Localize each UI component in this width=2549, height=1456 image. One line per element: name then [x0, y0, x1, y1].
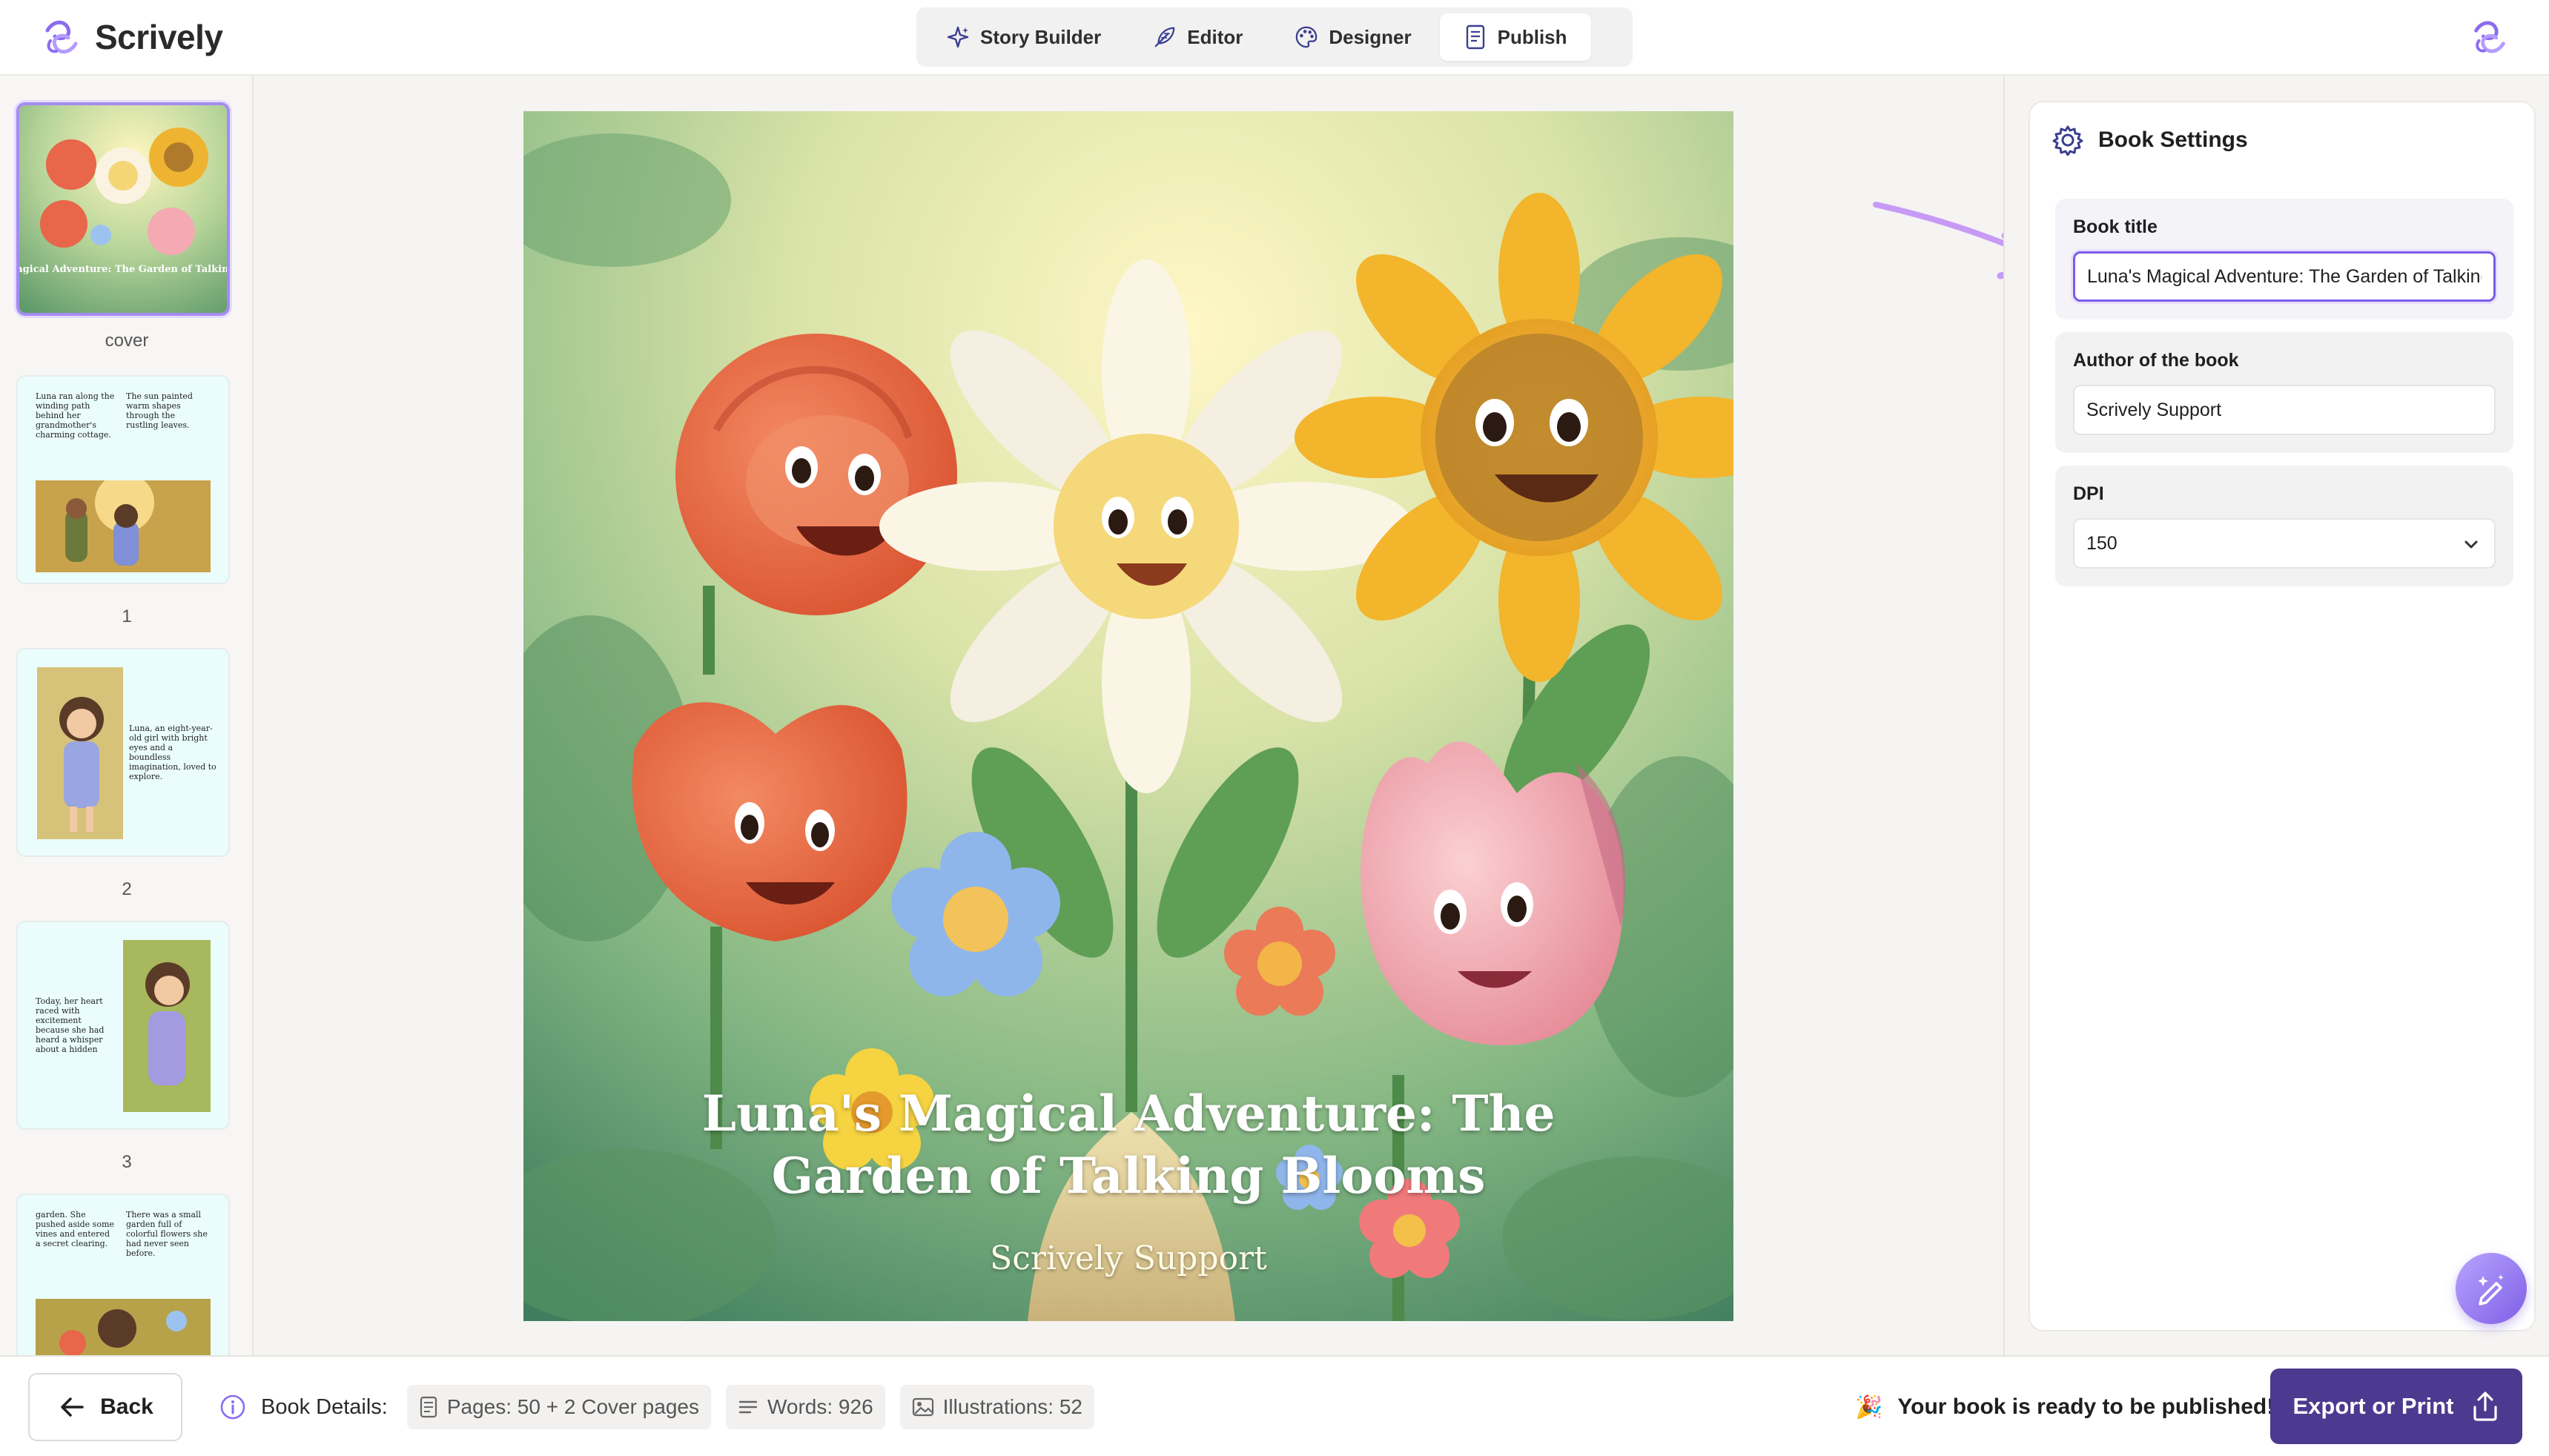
- dpi-label: DPI: [2073, 483, 2104, 504]
- page-text: Luna, an eight-year-old girl with bright…: [129, 724, 216, 781]
- pages-count-chip: Pages: 50 + 2 Cover pages: [406, 1385, 711, 1429]
- author-input[interactable]: [2073, 385, 2496, 435]
- share-upload-icon: [2473, 1392, 2497, 1421]
- settings-header: Book Settings: [2052, 125, 2248, 156]
- image-icon: [912, 1397, 933, 1417]
- cover-author[interactable]: Scrively Support: [523, 1240, 1733, 1277]
- page-illustration: [123, 940, 211, 1112]
- party-popper-icon: 🎉: [1855, 1394, 1883, 1420]
- scrively-logo-icon: [45, 20, 78, 54]
- dpi-select[interactable]: 150: [2073, 518, 2496, 569]
- book-settings-card: Book Settings Book title Author of the b…: [2029, 101, 2536, 1331]
- cover-thumbnail-illustration: Luna's Magical Adventure: The Garden of …: [19, 105, 227, 313]
- page-illustration: [36, 1299, 211, 1355]
- chevron-down-icon: [2464, 540, 2478, 549]
- app-logo[interactable]: Scrively: [40, 13, 223, 61]
- dpi-value: 150: [2086, 532, 2117, 554]
- tab-editor[interactable]: Editor: [1129, 13, 1266, 61]
- ready-message: 🎉 Your book is ready to be published!: [1855, 1382, 2274, 1432]
- author-field-group: Author of the book: [2055, 332, 2513, 453]
- gear-icon: [2052, 125, 2083, 156]
- export-label: Export or Print: [2292, 1393, 2454, 1419]
- tab-label: Story Builder: [980, 25, 1102, 48]
- tab-label: Publish: [1497, 25, 1567, 48]
- bottom-bar: Back Book Details: Pages: 50 + 2 Cover p…: [0, 1355, 2549, 1456]
- cover-title[interactable]: Luna's Magical Adventure: The Garden of …: [598, 1082, 1659, 1207]
- page-text: Today, her heart raced with excitement b…: [36, 996, 105, 1054]
- book-cover-preview[interactable]: Luna's Magical Adventure: The Garden of …: [523, 111, 1733, 1321]
- settings-title: Book Settings: [2098, 128, 2248, 152]
- tab-label: Editor: [1187, 25, 1243, 48]
- arrow-left-icon: [61, 1397, 84, 1417]
- scrively-menu-icon[interactable]: [2469, 16, 2510, 58]
- illustrations-count-chip: Illustrations: 52: [899, 1385, 1094, 1429]
- ready-text: Your book is ready to be published!: [1897, 1394, 2275, 1419]
- document-icon: [1464, 24, 1487, 50]
- text-lines-icon: [738, 1400, 758, 1414]
- page-text: garden. She pushed aside some vines and …: [36, 1210, 114, 1248]
- palette-icon: [1295, 25, 1318, 49]
- back-button[interactable]: Back: [28, 1373, 182, 1441]
- thumbnail-label-3: 3: [122, 1152, 132, 1172]
- thumbnail-page-2[interactable]: Luna, an eight-year-old girl with bright…: [16, 648, 230, 857]
- magic-pen-icon: [2478, 1274, 2504, 1306]
- page-text: The sun painted warm shapes through the …: [126, 391, 193, 430]
- back-label: Back: [100, 1394, 153, 1419]
- thumbnail-page-3[interactable]: Today, her heart raced with excitement b…: [16, 921, 230, 1130]
- thumbnail-label-cover: cover: [105, 331, 149, 351]
- feather-pen-icon: [1153, 25, 1177, 49]
- page-illustration: [37, 667, 123, 839]
- thumbnail-page-4[interactable]: garden. She pushed aside some vines and …: [16, 1194, 230, 1355]
- book-title-label: Book title: [2073, 216, 2158, 237]
- words-count-chip: Words: 926: [725, 1385, 885, 1429]
- tab-publish[interactable]: Publish: [1439, 13, 1591, 61]
- tab-story-builder[interactable]: Story Builder: [922, 13, 1125, 61]
- thumbnail-cover[interactable]: Luna's Magical Adventure: The Garden of …: [16, 102, 230, 316]
- page-text: There was a small garden full of colorfu…: [126, 1210, 208, 1258]
- top-bar: Scrively Story Builder Editor Designer P…: [0, 0, 2549, 76]
- pages-count: Pages: 50 + 2 Cover pages: [446, 1395, 699, 1418]
- page-thumbnails-sidebar: Luna's Magical Adventure: The Garden of …: [0, 76, 254, 1355]
- export-or-print-button[interactable]: Export or Print: [2270, 1369, 2522, 1444]
- page-text: Luna ran along the winding path behind h…: [36, 391, 115, 440]
- book-title-input[interactable]: [2073, 251, 2496, 302]
- thumbnail-page-1[interactable]: Luna ran along the winding path behind h…: [16, 375, 230, 584]
- tab-designer[interactable]: Designer: [1271, 13, 1435, 61]
- illustrations-count: Illustrations: 52: [942, 1395, 1082, 1418]
- cover-thumbnail-title: Luna's Magical Adventure: The Garden of …: [19, 264, 227, 275]
- words-count: Words: 926: [767, 1395, 873, 1418]
- editor-canvas: Luna's Magical Adventure: The Garden of …: [254, 76, 2003, 1355]
- sparkle-icon: [946, 25, 970, 49]
- settings-panel: Book Settings Book title Author of the b…: [2003, 76, 2549, 1355]
- ai-edit-fab[interactable]: [2456, 1253, 2527, 1324]
- thumbnail-label-2: 2: [122, 879, 132, 899]
- book-details: Book Details: Pages: 50 + 2 Cover pages …: [219, 1382, 1094, 1432]
- page-illustration: [36, 480, 211, 572]
- app-name: Scrively: [95, 18, 223, 56]
- thumbnail-label-1: 1: [122, 606, 132, 626]
- document-icon: [420, 1396, 437, 1418]
- info-icon: [220, 1394, 245, 1420]
- main-tabs: Story Builder Editor Designer Publish: [916, 7, 1633, 67]
- author-label: Author of the book: [2073, 350, 2239, 371]
- dpi-field-group: DPI 150: [2055, 466, 2513, 586]
- tab-label: Designer: [1329, 25, 1412, 48]
- book-details-label: Book Details:: [261, 1394, 388, 1419]
- book-title-field-group: Book title: [2055, 199, 2513, 320]
